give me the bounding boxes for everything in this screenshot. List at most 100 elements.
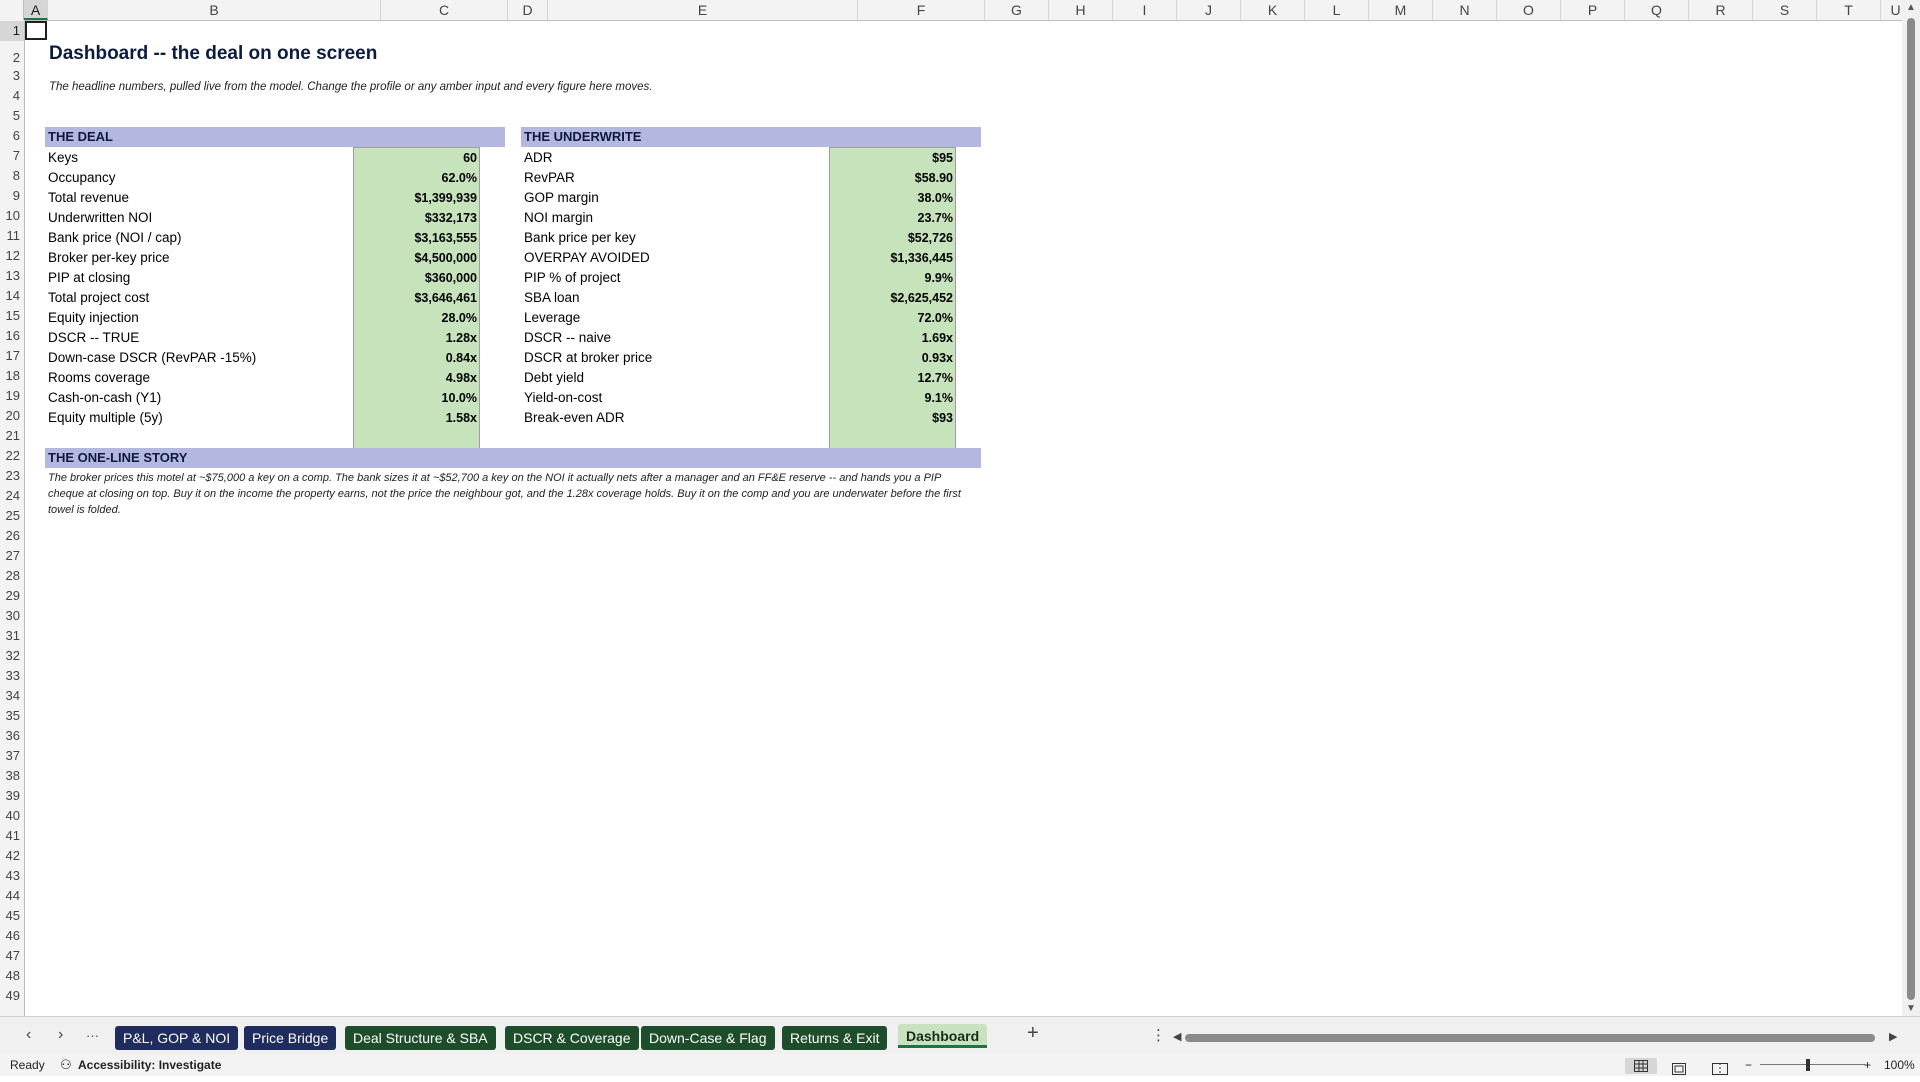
row-header-24[interactable]: 24 [0, 486, 24, 506]
zoom-slider-thumb[interactable] [1806, 1059, 1810, 1071]
deal-row-value[interactable]: 0.84x [353, 348, 480, 368]
worksheet-grid[interactable]: Dashboard -- the deal on one screen The … [25, 21, 1902, 1016]
column-header-q[interactable]: Q [1625, 0, 1689, 20]
underwrite-row-value[interactable]: 72.0% [829, 308, 956, 328]
row-header-23[interactable]: 23 [0, 466, 24, 486]
row-header-16[interactable]: 16 [0, 326, 24, 346]
column-header-i[interactable]: I [1113, 0, 1177, 20]
column-header-j[interactable]: J [1177, 0, 1241, 20]
row-header-38[interactable]: 38 [0, 766, 24, 786]
underwrite-row-value[interactable]: 38.0% [829, 188, 956, 208]
row-header-20[interactable]: 20 [0, 406, 24, 426]
column-header-c[interactable]: C [381, 0, 508, 20]
row-header-26[interactable]: 26 [0, 526, 24, 546]
underwrite-row-value[interactable]: $2,625,452 [829, 288, 956, 308]
deal-row-value[interactable]: $3,646,461 [353, 288, 480, 308]
accessibility-status[interactable]: Accessibility: Investigate [78, 1054, 221, 1076]
column-header-p[interactable]: P [1561, 0, 1625, 20]
page-layout-button[interactable] [1672, 1060, 1686, 1082]
vertical-scroll-thumb[interactable] [1907, 18, 1915, 1000]
zoom-level[interactable]: 100% [1884, 1054, 1915, 1076]
deal-row-value[interactable]: $4,500,000 [353, 248, 480, 268]
row-header-31[interactable]: 31 [0, 626, 24, 646]
column-header-f[interactable]: F [858, 0, 985, 20]
underwrite-row-value[interactable]: $1,336,445 [829, 248, 956, 268]
more-tabs-icon[interactable]: ··· [86, 1028, 99, 1043]
add-sheet-icon[interactable]: + [1027, 1022, 1039, 1045]
deal-row-value[interactable]: $360,000 [353, 268, 480, 288]
column-header-t[interactable]: T [1817, 0, 1881, 20]
deal-row-value[interactable]: $3,163,555 [353, 228, 480, 248]
row-header-44[interactable]: 44 [0, 886, 24, 906]
column-header-a[interactable]: A [24, 0, 48, 20]
underwrite-row-value[interactable]: 9.1% [829, 388, 956, 408]
row-header-48[interactable]: 48 [0, 966, 24, 986]
tab-prev-icon[interactable]: ‹ [26, 1026, 31, 1044]
row-header-18[interactable]: 18 [0, 366, 24, 386]
column-header-e[interactable]: E [548, 0, 858, 20]
column-header-b[interactable]: B [48, 0, 381, 20]
row-header-40[interactable]: 40 [0, 806, 24, 826]
underwrite-row-value[interactable]: 0.93x [829, 348, 956, 368]
row-header-29[interactable]: 29 [0, 586, 24, 606]
scroll-up-icon[interactable]: ▲ [1906, 2, 1916, 13]
active-cell-a1[interactable] [25, 21, 47, 40]
underwrite-row-value[interactable]: 23.7% [829, 208, 956, 228]
underwrite-row-value[interactable]: $95 [829, 148, 956, 168]
row-header-7[interactable]: 7 [0, 146, 24, 166]
underwrite-row-value[interactable]: $52,726 [829, 228, 956, 248]
row-header-42[interactable]: 42 [0, 846, 24, 866]
row-header-41[interactable]: 41 [0, 826, 24, 846]
row-header-13[interactable]: 13 [0, 266, 24, 286]
row-header-4[interactable]: 4 [0, 86, 24, 106]
hscroll-right-icon[interactable]: ▶ [1889, 1030, 1897, 1043]
column-header-n[interactable]: N [1433, 0, 1497, 20]
page-break-button[interactable] [1712, 1060, 1728, 1082]
row-header-36[interactable]: 36 [0, 726, 24, 746]
horizontal-scroll-thumb[interactable] [1185, 1034, 1875, 1042]
row-header-2[interactable]: 2 [0, 44, 24, 65]
column-header-d[interactable]: D [508, 0, 548, 20]
row-header-8[interactable]: 8 [0, 166, 24, 186]
row-header-45[interactable]: 45 [0, 906, 24, 926]
row-header-35[interactable]: 35 [0, 706, 24, 726]
deal-row-value[interactable]: 60 [353, 148, 480, 168]
deal-row-value[interactable]: 28.0% [353, 308, 480, 328]
zoom-out-icon[interactable]: − [1745, 1054, 1752, 1076]
row-header-49[interactable]: 49 [0, 986, 24, 1006]
deal-row-value[interactable]: 4.98x [353, 368, 480, 388]
accessibility-icon[interactable]: ⚇ [60, 1054, 72, 1076]
row-header-27[interactable]: 27 [0, 546, 24, 566]
hscroll-left-icon[interactable]: ◀ [1173, 1030, 1181, 1043]
row-header-30[interactable]: 30 [0, 606, 24, 626]
column-header-r[interactable]: R [1689, 0, 1753, 20]
vertical-scrollbar[interactable]: ▲ ▼ [1902, 0, 1920, 1016]
underwrite-row-value[interactable]: $93 [829, 408, 956, 428]
sheet-tab-p-l-gop-noi[interactable]: P&L, GOP & NOI [115, 1026, 239, 1050]
deal-row-value[interactable]: 1.28x [353, 328, 480, 348]
column-header-s[interactable]: S [1753, 0, 1817, 20]
underwrite-row-value[interactable]: $58.90 [829, 168, 956, 188]
row-header-47[interactable]: 47 [0, 946, 24, 966]
row-header-25[interactable]: 25 [0, 506, 24, 526]
column-header-g[interactable]: G [985, 0, 1049, 20]
row-header-43[interactable]: 43 [0, 866, 24, 886]
row-header-22[interactable]: 22 [0, 446, 24, 466]
row-header-19[interactable]: 19 [0, 386, 24, 406]
row-header-12[interactable]: 12 [0, 246, 24, 266]
row-header-21[interactable]: 21 [0, 426, 24, 446]
select-all-corner[interactable] [0, 0, 24, 20]
row-header-28[interactable]: 28 [0, 566, 24, 586]
row-header-6[interactable]: 6 [0, 126, 24, 146]
column-header-o[interactable]: O [1497, 0, 1561, 20]
underwrite-row-value[interactable]: 12.7% [829, 368, 956, 388]
row-header-46[interactable]: 46 [0, 926, 24, 946]
sheet-tab-deal-structure-sba[interactable]: Deal Structure & SBA [345, 1026, 496, 1050]
sheet-tab-returns-exit[interactable]: Returns & Exit [782, 1026, 888, 1050]
zoom-slider-track[interactable] [1760, 1064, 1865, 1065]
underwrite-row-value[interactable]: 9.9% [829, 268, 956, 288]
deal-row-value[interactable]: 10.0% [353, 388, 480, 408]
row-header-5[interactable]: 5 [0, 106, 24, 126]
column-header-l[interactable]: L [1305, 0, 1369, 20]
row-header-10[interactable]: 10 [0, 206, 24, 226]
